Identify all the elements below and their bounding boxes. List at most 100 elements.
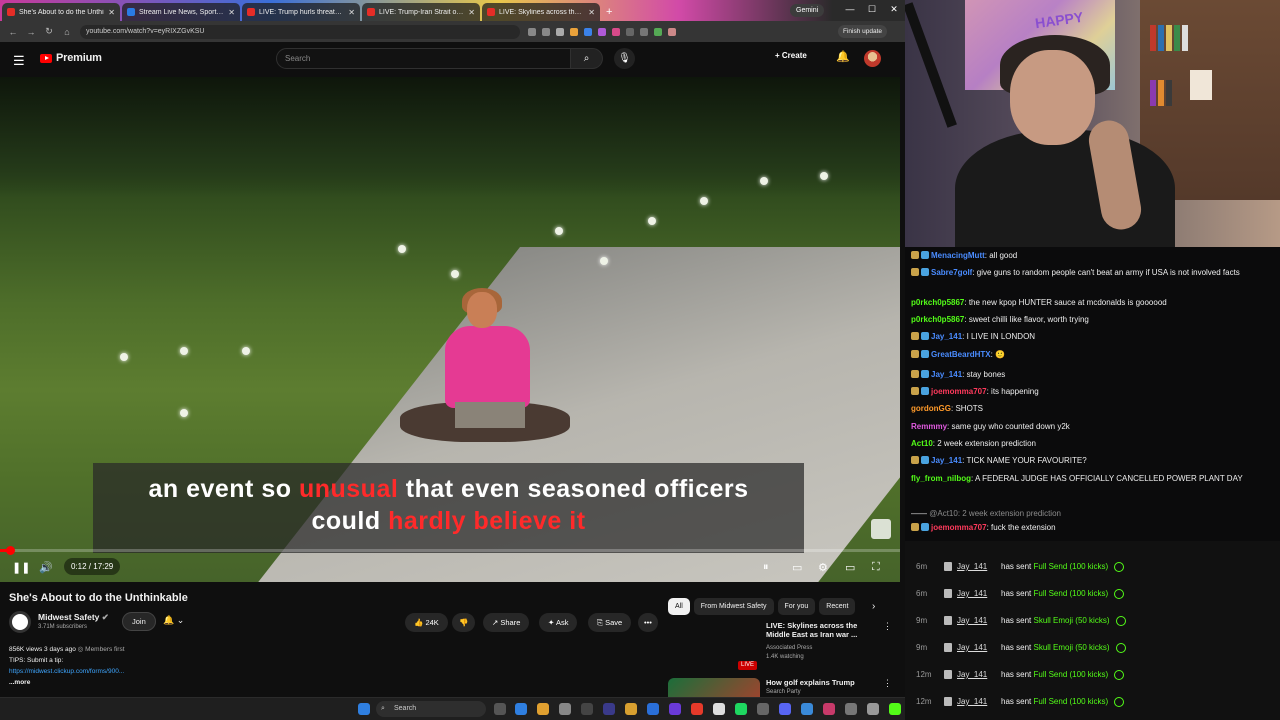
chat-username[interactable]: Act10 (911, 439, 933, 448)
avatar[interactable] (864, 50, 881, 67)
extension-icon[interactable] (570, 27, 578, 36)
scrubber-handle[interactable] (6, 546, 16, 555)
finish-update-button[interactable]: Finish update (837, 25, 887, 38)
join-button[interactable]: Join (122, 612, 156, 631)
close-window-icon[interactable]: ✕ (884, 4, 904, 15)
ask-button[interactable]: ✦ Ask (539, 613, 578, 632)
extension-icon[interactable] (626, 27, 634, 36)
profile-icon[interactable] (668, 27, 676, 36)
dislike-button[interactable]: 👎 (452, 613, 476, 632)
chrome-icon[interactable] (537, 703, 549, 715)
puzzle-icon[interactable] (640, 27, 648, 36)
chat-username[interactable]: Remmmy (911, 422, 947, 431)
app-icon[interactable] (559, 703, 571, 715)
event-user[interactable]: Jay_141 (957, 607, 987, 634)
chat-username[interactable]: joemomma707 (931, 523, 987, 532)
chat-username[interactable]: MenacingMutt (931, 251, 985, 260)
subscription-bell-icon[interactable]: 🔔 ⌄ (163, 615, 184, 626)
notifications-icon[interactable]: 🔔 (836, 50, 850, 63)
more-vert-icon[interactable]: ⋮ (883, 621, 892, 632)
theater-mode-icon[interactable]: ▭ (845, 561, 855, 574)
cast-icon[interactable] (542, 27, 550, 36)
task-view-icon[interactable] (494, 703, 506, 715)
chip-from-channel[interactable]: From Midwest Safety (693, 598, 774, 615)
microphone-icon[interactable]: 🎙 (614, 48, 635, 69)
maximize-icon[interactable]: ☐ (862, 4, 882, 15)
chat-username[interactable]: fly_from_nilbog (911, 474, 971, 483)
recommendation-item[interactable]: How golf explains Trump Search Party ⋮ (668, 678, 893, 697)
browser-tab[interactable]: LIVE: Trump-Iran Strait of Horm ✕ (362, 3, 480, 21)
windows-start-icon[interactable] (358, 703, 370, 715)
close-icon[interactable]: ✕ (228, 8, 235, 17)
gemini-button[interactable]: Gemini (790, 4, 825, 17)
chevron-right-icon[interactable]: › (872, 601, 875, 612)
chat-username[interactable]: GreatBeardHTX (931, 350, 991, 359)
event-user[interactable]: Jay_141 (957, 688, 987, 715)
chat-username[interactable]: p0rkch0p5867 (911, 315, 964, 324)
more-vert-icon[interactable]: ⋮ (883, 678, 892, 689)
forward-icon[interactable]: → (26, 27, 36, 37)
spotify-icon[interactable] (735, 703, 747, 715)
chat-username[interactable]: Jay_141 (931, 370, 962, 379)
show-more[interactable]: ...more (9, 677, 659, 688)
minimize-icon[interactable]: — (840, 4, 860, 14)
close-icon[interactable]: ✕ (348, 8, 355, 17)
youtube-logo[interactable]: Premium (40, 52, 102, 64)
chat-username[interactable]: gordonGG (911, 404, 951, 413)
browser-tab[interactable]: Stream Live News, Sports, a ✕ (122, 3, 240, 21)
app-icon[interactable] (603, 703, 615, 715)
event-user[interactable]: Jay_141 (957, 661, 987, 688)
description-box[interactable]: 856K views 3 days ago ◎ Members first TI… (9, 644, 659, 694)
app-icon[interactable] (867, 703, 879, 715)
extension-icon[interactable] (612, 27, 620, 36)
taskbar-search[interactable]: ⌕ Search (376, 701, 486, 717)
new-tab-button[interactable]: + (602, 3, 616, 21)
bookmark-star-icon[interactable] (556, 27, 564, 36)
app-icon[interactable] (845, 703, 857, 715)
chat-username[interactable]: Jay_141 (931, 456, 962, 465)
channel-name[interactable]: Midwest Safety ✔ (38, 612, 109, 623)
more-actions-button[interactable]: ••• (638, 613, 658, 632)
kick-icon[interactable] (889, 703, 901, 715)
browser-tab[interactable]: LIVE: Skylines across the Middl ✕ (482, 3, 600, 21)
description-link[interactable]: https://midwest.clickup.com/forms/900... (9, 666, 659, 677)
volume-icon[interactable]: 🔊 (39, 561, 53, 574)
chip-recent[interactable]: Recent (819, 598, 856, 615)
back-icon[interactable]: ← (8, 27, 18, 37)
close-icon[interactable]: ✕ (468, 8, 475, 17)
recommendation-item[interactable]: LIVE LIVE: Skylines across the Middle Ea… (668, 621, 893, 673)
folder-icon[interactable] (625, 703, 637, 715)
home-icon[interactable]: ⌂ (62, 27, 72, 37)
app-icon[interactable] (823, 703, 835, 715)
channel-avatar[interactable] (9, 611, 31, 633)
video-player[interactable]: an event so unusual that even seasoned o… (0, 77, 900, 582)
settings-gear-icon[interactable]: ⚙ (818, 561, 828, 574)
terminal-icon[interactable] (581, 703, 593, 715)
app-icon[interactable] (691, 703, 703, 715)
app-icon[interactable] (713, 703, 725, 715)
extension-icon[interactable] (598, 27, 606, 36)
app-icon[interactable] (669, 703, 681, 715)
app-icon[interactable] (757, 703, 769, 715)
browser-tab[interactable]: She's About to do the Unthi ✕ (2, 3, 120, 21)
event-user[interactable]: Jay_141 (957, 634, 987, 661)
extension-icon[interactable] (654, 27, 662, 36)
fullscreen-icon[interactable]: ⛶ (872, 561, 880, 574)
app-icon[interactable] (647, 703, 659, 715)
menu-icon[interactable]: ☰ (13, 53, 25, 69)
discord-icon[interactable] (779, 703, 791, 715)
chip-all[interactable]: All (668, 598, 690, 615)
zoom-icon[interactable] (528, 27, 536, 36)
browser-tab[interactable]: LIVE: Trump hurls threats as se✕ (242, 3, 360, 21)
close-icon[interactable]: ✕ (588, 8, 595, 17)
url-field[interactable]: youtube.com/watch?v=eyRIXZGvKSU (80, 24, 520, 39)
close-icon[interactable]: ✕ (108, 8, 115, 17)
create-button[interactable]: + Create (775, 51, 807, 60)
autoplay-toggle-icon[interactable]: ⏸ (763, 561, 769, 574)
search-icon[interactable]: ⌕ (571, 48, 603, 69)
reload-icon[interactable]: ↻ (44, 26, 54, 37)
progress-bar[interactable] (0, 546, 900, 555)
chat-username[interactable]: p0rkch0p5867 (911, 298, 964, 307)
event-user[interactable]: Jay_141 (957, 580, 987, 607)
like-button[interactable]: 👍 24K (405, 613, 448, 632)
